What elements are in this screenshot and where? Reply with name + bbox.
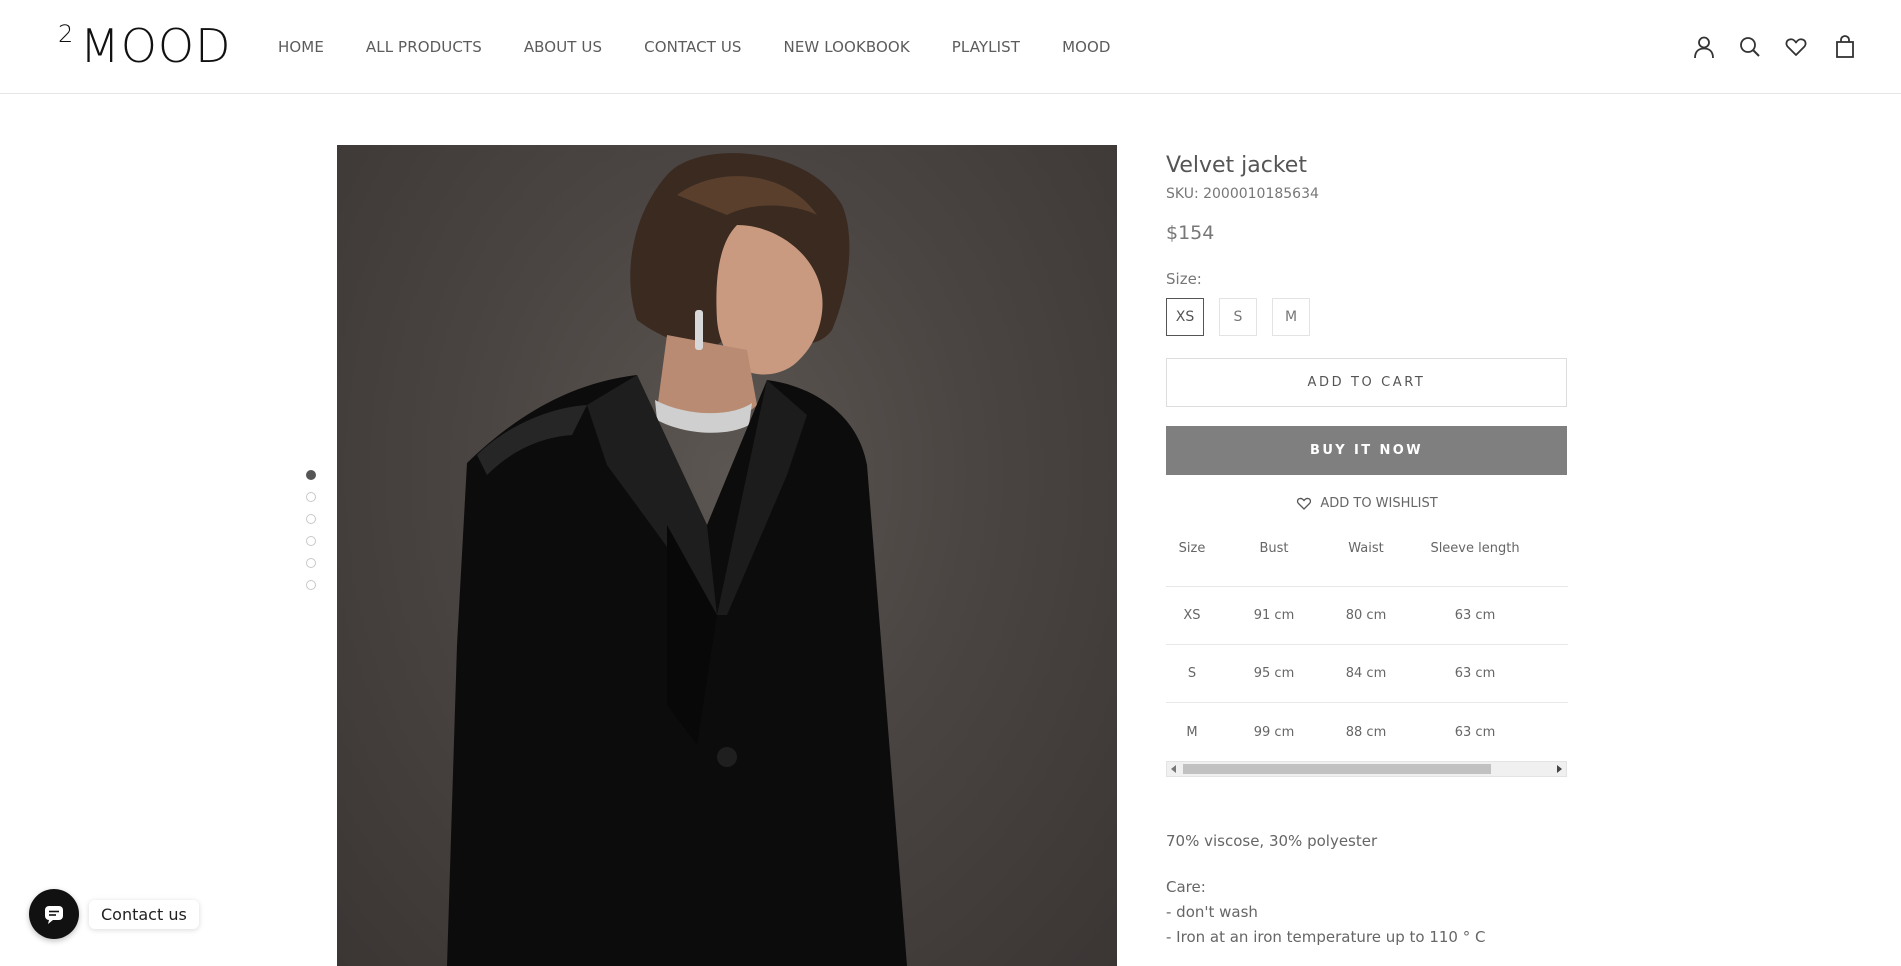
logo[interactable]: 2 MOOD xyxy=(58,19,232,73)
nav-item-playlist[interactable]: PLAYLIST xyxy=(952,38,1020,56)
size-option-s[interactable]: S xyxy=(1219,298,1257,336)
scroll-right-icon[interactable] xyxy=(1557,765,1562,773)
product-title: Velvet jacket xyxy=(1166,153,1307,178)
table-cell: 84 cm xyxy=(1345,666,1387,681)
table-cell: 63 cm xyxy=(1454,666,1496,681)
scrollbar-thumb[interactable] xyxy=(1183,764,1491,774)
size-option-m[interactable]: M xyxy=(1272,298,1310,336)
size-option-xs[interactable]: XS xyxy=(1166,298,1204,336)
gallery-dot-6[interactable] xyxy=(306,580,316,590)
search-icon[interactable] xyxy=(1737,34,1763,60)
header-icons xyxy=(1601,34,1901,60)
size-chart-scrollbar[interactable] xyxy=(1166,761,1567,777)
buy-now-button[interactable]: BUY IT NOW xyxy=(1166,426,1567,475)
heart-icon xyxy=(1297,497,1312,510)
care-line: - Iron at an iron temperature up to 110 … xyxy=(1166,928,1486,946)
gallery-pagination xyxy=(306,470,316,602)
scroll-left-icon[interactable] xyxy=(1171,765,1176,773)
table-cell: 95 cm xyxy=(1253,666,1295,681)
table-row: XS 91 cm 80 cm 63 cm xyxy=(1166,587,1568,645)
size-chart-header-sleeve: Sleeve length xyxy=(1430,541,1520,556)
size-chart-header-bust: Bust xyxy=(1259,541,1289,556)
table-row: S 95 cm 84 cm 63 cm xyxy=(1166,645,1568,703)
table-cell: S xyxy=(1187,666,1197,681)
size-chart-header-row: Size Bust Waist Sleeve length xyxy=(1166,541,1568,587)
nav-item-contact-us[interactable]: CONTACT US xyxy=(644,38,741,56)
product-composition: 70% viscose, 30% polyester xyxy=(1166,832,1378,850)
product-sku: SKU: 2000010185634 xyxy=(1166,186,1319,202)
chat-bubble-icon xyxy=(45,906,63,924)
table-row: M 99 cm 88 cm 63 cm xyxy=(1166,703,1568,761)
add-to-wishlist-label: ADD TO WISHLIST xyxy=(1320,495,1438,511)
table-cell: 99 cm xyxy=(1253,724,1295,740)
product-image[interactable] xyxy=(337,145,1117,966)
nav-item-mood[interactable]: MOOD xyxy=(1062,38,1111,56)
site-header: 2 MOOD HOME ALL PRODUCTS ABOUT US CONTAC… xyxy=(0,0,1901,94)
size-selector: XS S M xyxy=(1166,298,1568,336)
table-cell: 88 cm xyxy=(1345,724,1387,740)
gallery-dot-3[interactable] xyxy=(306,514,316,524)
size-chart-header-waist: Waist xyxy=(1348,541,1384,556)
logo-text: MOOD xyxy=(80,19,232,73)
nav-item-about-us[interactable]: ABOUT US xyxy=(524,38,602,56)
add-to-wishlist-button[interactable]: ADD TO WISHLIST xyxy=(1166,495,1568,511)
table-cell: XS xyxy=(1183,608,1201,623)
table-cell: 63 cm xyxy=(1454,608,1496,623)
product-price: $154 xyxy=(1166,222,1215,244)
nav-item-home[interactable]: HOME xyxy=(278,38,324,56)
chat-label[interactable]: Contact us xyxy=(89,899,199,929)
size-chart-header-size: Size xyxy=(1178,541,1206,556)
gallery-dot-2[interactable] xyxy=(306,492,316,502)
model-photo-illustration xyxy=(447,153,907,966)
care-title: Care: xyxy=(1166,878,1206,896)
care-line: - don't wash xyxy=(1166,903,1258,921)
main-nav: HOME ALL PRODUCTS ABOUT US CONTACT US NE… xyxy=(278,38,1153,56)
nav-item-all-products[interactable]: ALL PRODUCTS xyxy=(366,38,482,56)
logo-superscript: 2 xyxy=(58,20,74,48)
contact-chat-widget: Contact us xyxy=(29,889,199,939)
add-to-cart-button[interactable]: ADD TO CART xyxy=(1166,358,1567,407)
size-chart-table: Size Bust Waist Sleeve length XS 91 cm 8… xyxy=(1166,541,1568,777)
account-icon[interactable] xyxy=(1691,34,1717,60)
cart-bag-icon[interactable] xyxy=(1832,34,1858,60)
table-cell: M xyxy=(1186,724,1198,740)
chat-button[interactable] xyxy=(29,889,79,939)
table-cell: 91 cm xyxy=(1253,608,1295,623)
wishlist-heart-icon[interactable] xyxy=(1783,34,1809,60)
table-cell: 80 cm xyxy=(1345,608,1387,623)
table-cell: 63 cm xyxy=(1454,724,1496,740)
size-label: Size: xyxy=(1166,270,1202,288)
product-info: Velvet jacket SKU: 2000010185634 $154 Si… xyxy=(1166,145,1568,946)
gallery-dot-5[interactable] xyxy=(306,558,316,568)
gallery-dot-1[interactable] xyxy=(306,470,316,480)
nav-item-new-lookbook[interactable]: NEW LOOKBOOK xyxy=(784,38,910,56)
gallery-dot-4[interactable] xyxy=(306,536,316,546)
